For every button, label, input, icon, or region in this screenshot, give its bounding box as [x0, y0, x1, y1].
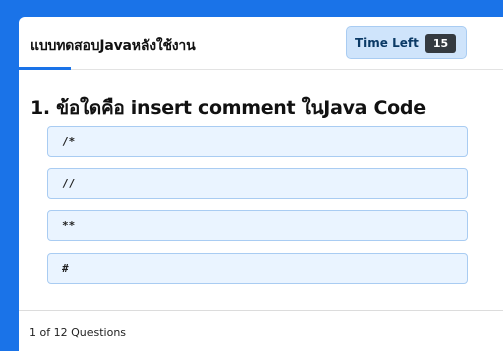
option-4[interactable]: #	[47, 253, 468, 284]
question-text: 1. ข้อใดคือ insert comment ในJava Code	[30, 97, 426, 119]
quiz-header: แบบทดสอบJavaหลังใช้งาน Time Left 15	[19, 17, 503, 70]
option-label: //	[62, 177, 76, 190]
option-3[interactable]: **	[47, 210, 468, 241]
option-label: #	[62, 262, 69, 275]
timer-value-badge: 15	[425, 34, 456, 53]
option-1[interactable]: /*	[47, 126, 468, 157]
option-2[interactable]: //	[47, 168, 468, 199]
timer-box: Time Left 15	[346, 26, 467, 59]
quiz-title: แบบทดสอบJavaหลังใช้งาน	[30, 38, 196, 54]
option-label: /*	[62, 135, 76, 148]
question-progress: 1 of 12 Questions	[29, 326, 127, 339]
header-accent-underline	[19, 67, 71, 70]
quiz-footer: 1 of 12 Questions	[19, 310, 503, 351]
quiz-card: แบบทดสอบJavaหลังใช้งาน Time Left 15 1. ข…	[19, 17, 503, 351]
option-label: **	[62, 219, 76, 232]
app-background: แบบทดสอบJavaหลังใช้งาน Time Left 15 1. ข…	[0, 0, 503, 351]
timer-label: Time Left	[355, 36, 419, 50]
